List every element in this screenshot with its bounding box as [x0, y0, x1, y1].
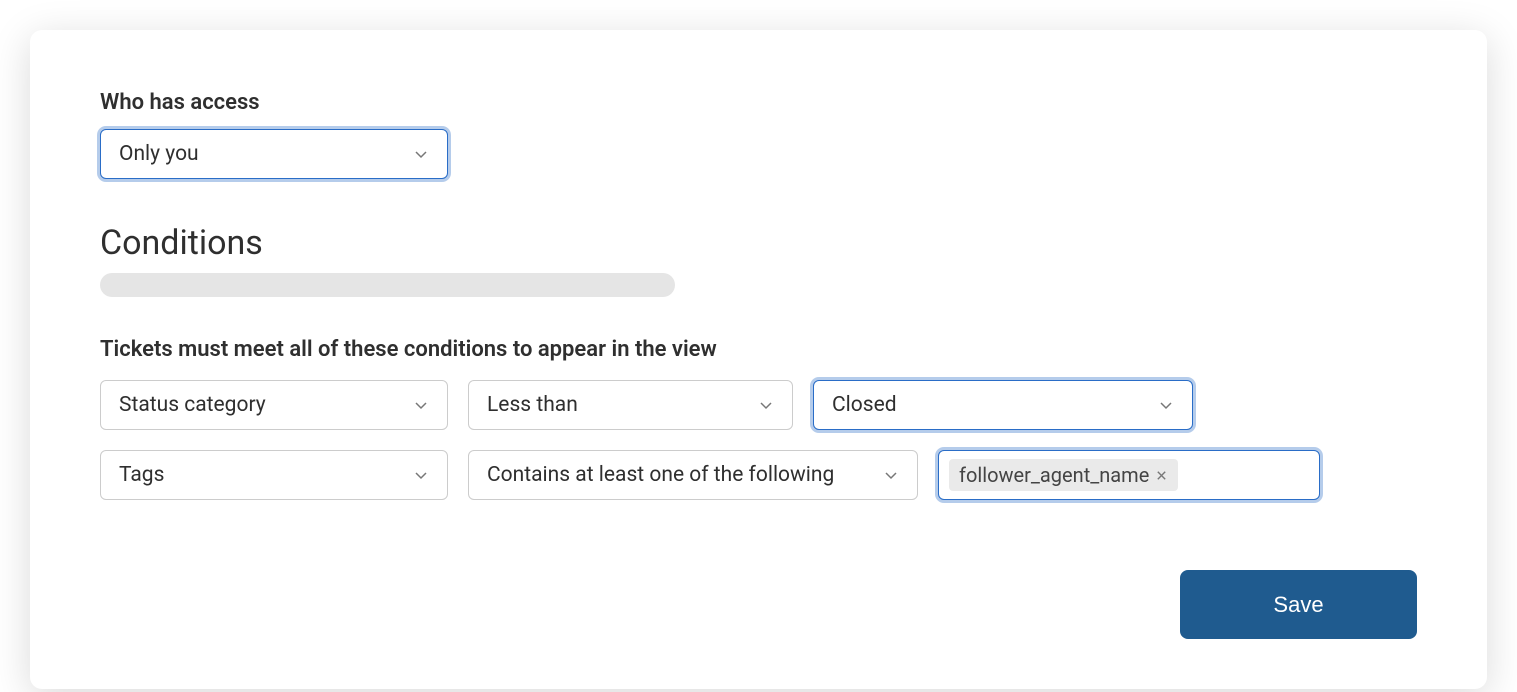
- condition-field-select[interactable]: Tags: [100, 450, 448, 500]
- chevron-down-icon: [883, 467, 899, 483]
- condition-value-text: Closed: [832, 393, 897, 417]
- condition-operator-value: Contains at least one of the following: [487, 463, 834, 487]
- close-icon[interactable]: [1155, 469, 1168, 482]
- chevron-down-icon: [413, 467, 429, 483]
- condition-operator-select[interactable]: Less than: [468, 380, 793, 430]
- condition-field-value: Tags: [119, 463, 164, 487]
- save-button[interactable]: Save: [1180, 570, 1417, 639]
- condition-field-select[interactable]: Status category: [100, 380, 448, 430]
- access-select[interactable]: Only you: [100, 129, 448, 179]
- chevron-down-icon: [1158, 397, 1174, 413]
- view-settings-card: Who has access Only you Conditions Ticke…: [30, 30, 1487, 689]
- tag-chip-label: follower_agent_name: [959, 463, 1149, 487]
- condition-row: Tags Contains at least one of the follow…: [100, 450, 1417, 500]
- footer: Save: [100, 570, 1417, 639]
- conditions-description-placeholder: [100, 273, 675, 297]
- access-label: Who has access: [100, 90, 1417, 115]
- condition-field-value: Status category: [119, 393, 266, 417]
- condition-value-select[interactable]: Closed: [813, 380, 1193, 430]
- tag-chip: follower_agent_name: [949, 459, 1178, 491]
- condition-operator-select[interactable]: Contains at least one of the following: [468, 450, 918, 500]
- conditions-title: Conditions: [100, 223, 1417, 263]
- condition-row: Status category Less than Closed: [100, 380, 1417, 430]
- condition-operator-value: Less than: [487, 393, 578, 417]
- chevron-down-icon: [413, 397, 429, 413]
- access-select-value: Only you: [119, 142, 199, 166]
- condition-tag-input[interactable]: follower_agent_name: [938, 450, 1320, 500]
- chevron-down-icon: [758, 397, 774, 413]
- conditions-subtext: Tickets must meet all of these condition…: [100, 337, 1417, 362]
- chevron-down-icon: [413, 146, 429, 162]
